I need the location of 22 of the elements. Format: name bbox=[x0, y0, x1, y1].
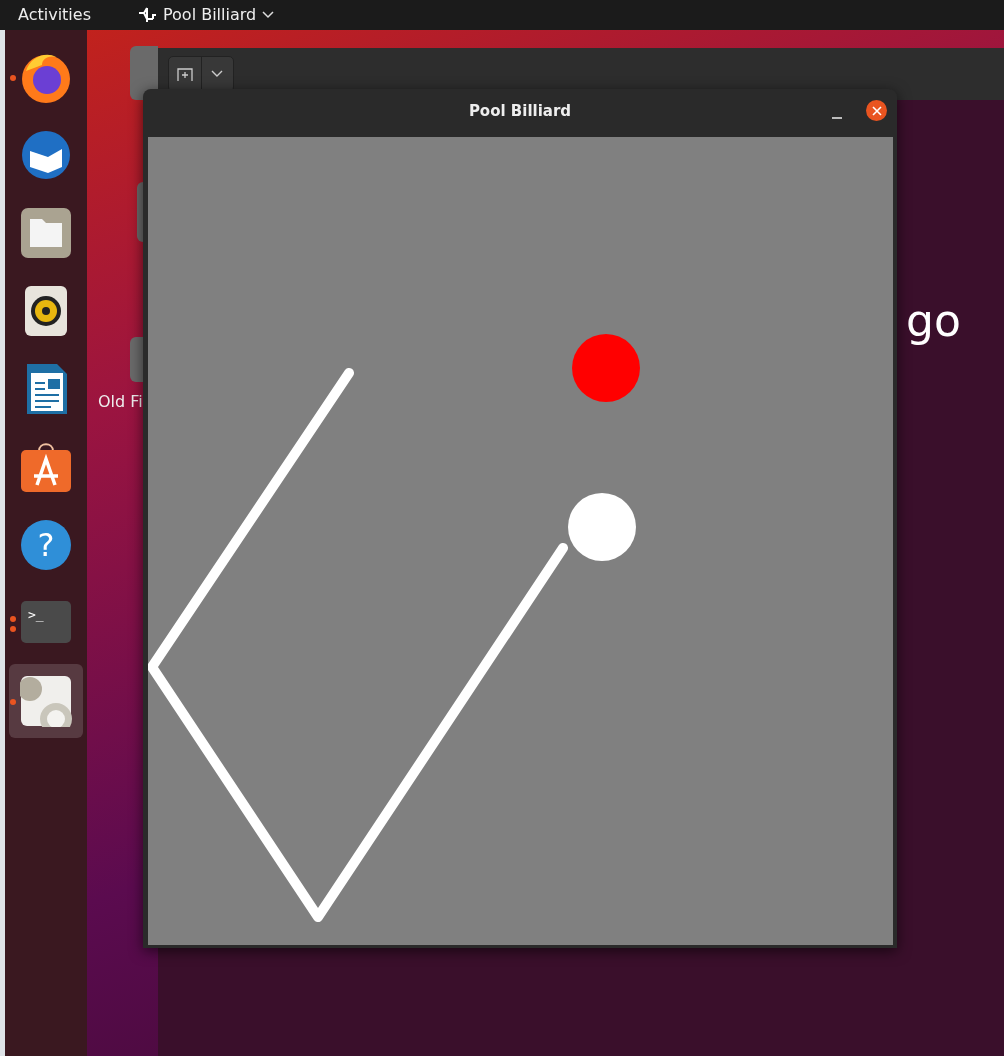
shopping-bag-icon bbox=[20, 441, 72, 493]
dock-item[interactable]: >_ bbox=[9, 586, 83, 660]
new-tab-icon bbox=[176, 67, 193, 81]
cue-ball bbox=[568, 493, 636, 561]
terminal-text: go bbox=[906, 294, 961, 348]
minimize-icon bbox=[832, 117, 842, 119]
folder-icon bbox=[20, 207, 72, 259]
window-title: Pool Billiard bbox=[468, 100, 572, 122]
gears-icon bbox=[20, 675, 72, 727]
close-button[interactable] bbox=[866, 100, 887, 121]
bird-envelope-icon bbox=[20, 129, 72, 181]
folder-icon[interactable] bbox=[130, 46, 158, 100]
help-icon: ? bbox=[20, 519, 72, 571]
close-icon bbox=[871, 105, 882, 116]
chevron-down-icon bbox=[262, 11, 275, 19]
activities-button[interactable]: Activities bbox=[18, 3, 91, 27]
app-menu-button[interactable]: Pool Billiard bbox=[137, 3, 275, 27]
target-ball bbox=[572, 334, 640, 402]
desktop-icon-label: Old Fi bbox=[98, 391, 143, 413]
network-icon bbox=[137, 5, 157, 25]
chevron-down-icon bbox=[211, 70, 224, 78]
dock-item[interactable] bbox=[9, 664, 83, 738]
